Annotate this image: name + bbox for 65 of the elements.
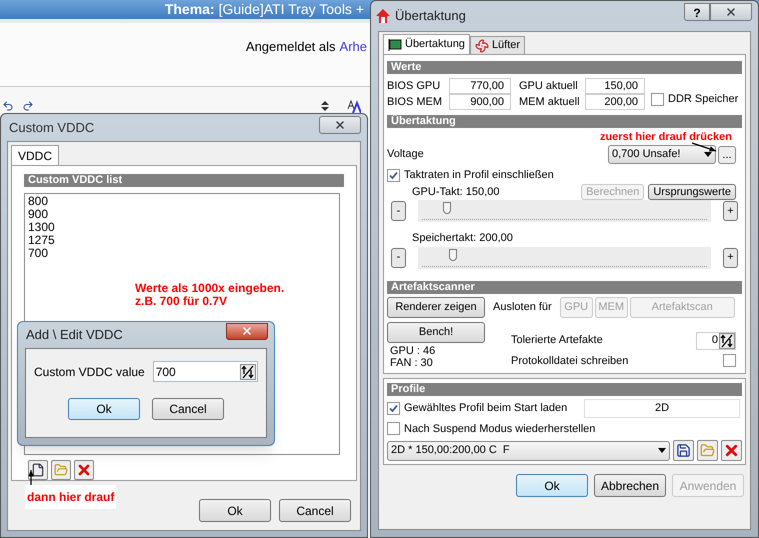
list-item[interactable]: 700 xyxy=(28,247,336,260)
field-label: BIOS GPU xyxy=(387,79,442,93)
number-field[interactable]: 0 xyxy=(696,332,736,350)
checkbox-label: DDR Speicher xyxy=(668,92,738,106)
button[interactable]: Ursprungswerte xyxy=(648,184,736,200)
checkbox-label: Taktraten in Profil einschließen xyxy=(404,168,554,183)
user-link[interactable]: Arhe xyxy=(340,37,367,56)
tab[interactable]: VDDC xyxy=(11,145,60,165)
window-title: Add \ Edit VDDC xyxy=(26,326,123,344)
tab[interactable]: Lüfter xyxy=(470,36,526,54)
button[interactable]: Bench! xyxy=(387,322,485,342)
number-field[interactable]: 700 xyxy=(152,361,258,382)
button[interactable]: Cancel xyxy=(279,499,351,522)
section-header: Profile xyxy=(387,383,742,396)
button[interactable]: Ok xyxy=(199,499,271,522)
button[interactable]: Cancel xyxy=(152,398,224,420)
button[interactable]: Abbrechen xyxy=(594,474,666,497)
annotation-text: Werte als 1000x eingeben. xyxy=(135,282,284,295)
thread-title-label: Thema: xyxy=(164,0,215,19)
value-field: 200,00 xyxy=(585,94,645,110)
annotation-text: z.B. 700 für 0.7V xyxy=(135,295,228,308)
field-label: Tolerierte Artefakte xyxy=(511,333,603,348)
field-label: Voltage xyxy=(387,147,424,162)
decrease-button[interactable]: - xyxy=(391,201,406,221)
more-button[interactable]: ... xyxy=(718,146,736,164)
annotation-text: zuerst hier drauf drücken xyxy=(600,130,732,145)
section-header: Werte xyxy=(387,61,742,74)
field-label: BIOS MEM xyxy=(387,95,444,109)
profile-dropdown[interactable]: 2D * 150,00:200,00 C F xyxy=(387,440,670,460)
section-header: Artefaktscanner xyxy=(387,280,742,294)
section-header: Übertaktung xyxy=(387,115,742,128)
field-label: MEM aktuell xyxy=(518,95,581,109)
section-header: Custom VDDC list xyxy=(24,174,344,187)
slider-label: Speichertakt: 200,00 xyxy=(412,231,514,246)
tab[interactable]: Übertaktung xyxy=(383,34,470,54)
slider-label: GPU-Takt: 150,00 xyxy=(412,184,500,200)
button[interactable]: Ok xyxy=(68,398,140,420)
help-button[interactable]: ? xyxy=(684,3,710,21)
logged-in-label: Angemeldet als xyxy=(246,38,336,56)
fan-speed: FAN : 30 xyxy=(390,356,434,368)
window-title: Custom VDDC xyxy=(9,118,94,137)
field-label: Custom VDDC value xyxy=(34,364,145,380)
list-item[interactable]: 800 xyxy=(28,195,336,208)
increase-button[interactable]: + xyxy=(723,248,738,268)
value-field: 150,00 xyxy=(585,78,645,94)
list-item[interactable]: 900 xyxy=(28,208,336,221)
annotation-text: dann hier drauf xyxy=(25,485,116,509)
button[interactable]: Renderer zeigen xyxy=(387,296,485,318)
value-field: 2D xyxy=(584,399,740,418)
window-title: Übertaktung xyxy=(395,7,467,26)
value-field: 770,00 xyxy=(449,78,511,94)
checkbox-label: Nach Suspend Modus wiederherstellen xyxy=(404,422,596,436)
gpu-temperature: GPU : 46 xyxy=(390,344,436,356)
thread-title: [Guide]ATI Tray Tools + xyxy=(218,0,364,19)
list-item[interactable]: 1300 xyxy=(28,221,336,234)
value-field: 900,00 xyxy=(449,94,511,110)
button[interactable]: Ok xyxy=(516,474,588,497)
field-label: GPU aktuell xyxy=(518,79,579,93)
checkbox-label: Gewähltes Profil beim Start laden xyxy=(404,401,568,416)
voltage-dropdown[interactable]: 0,700 Unsafe! xyxy=(608,145,716,164)
field-label: Ausloten für xyxy=(493,300,552,315)
increase-button[interactable]: + xyxy=(723,201,738,221)
decrease-button[interactable]: - xyxy=(391,248,406,268)
field-label: Protokolldatei schreiben xyxy=(511,354,628,368)
list-item[interactable]: 1275 xyxy=(28,234,336,247)
